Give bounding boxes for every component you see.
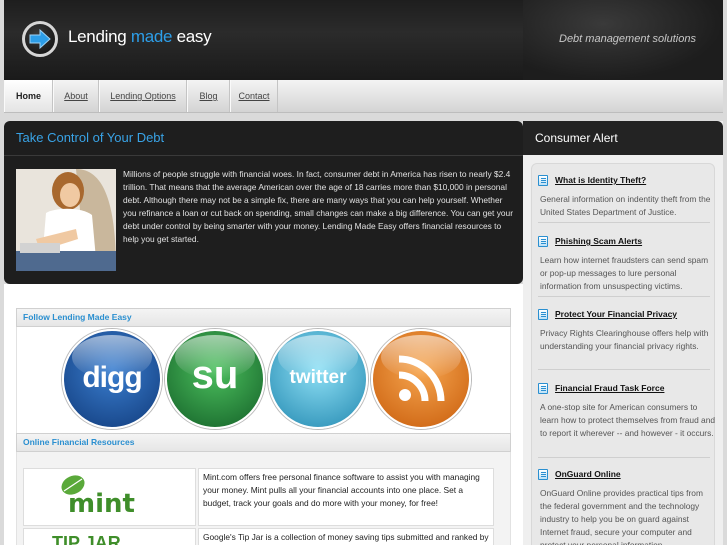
feature-text: Millions of people struggle with financi… [123, 169, 513, 244]
nav-contact[interactable]: Contact [230, 80, 278, 112]
feature-panel: Take Control of Your Debt Millions of pe… [4, 121, 523, 284]
feature-divider [4, 155, 523, 156]
tipjar-description: Google's Tip Jar is a collection of mone… [198, 528, 494, 545]
stumbleupon-label: su [191, 353, 239, 397]
digg-icon[interactable]: digg [62, 329, 162, 429]
resources-list: mint Mint.com offers free personal finan… [16, 452, 511, 545]
document-icon [538, 469, 548, 480]
mint-logo-text: mint [68, 489, 135, 519]
alert-description: Learn how internet fraudsters can send s… [540, 255, 709, 291]
alert-description: General information on indentity theft f… [540, 194, 711, 217]
alert-link[interactable]: What is Identity Theft? [555, 175, 646, 185]
document-icon [538, 236, 548, 247]
rss-glyph [398, 355, 445, 402]
mint-description: Mint.com offers free personal finance so… [198, 468, 494, 526]
logo-text-lending: Lending [68, 27, 131, 46]
alert-link[interactable]: OnGuard Online [555, 469, 621, 479]
tipjar-logo-text: TIP JAR [52, 533, 121, 545]
twitter-label: twitter [289, 367, 347, 388]
rss-icon[interactable] [371, 329, 471, 429]
alert-description: A one-stop site for American consumers t… [540, 402, 716, 438]
logo-text-made: made [130, 27, 173, 46]
alert-divider [538, 222, 710, 223]
alert-description: Privacy Rights Clearinghouse offers help… [540, 328, 709, 351]
alert-link[interactable]: Financial Fraud Task Force [555, 383, 664, 393]
resources-section-header: Online Financial Resources [16, 433, 511, 452]
social-links: digg su twitter [16, 327, 511, 433]
alert-divider [538, 369, 710, 370]
sidebar-header: Consumer Alert [523, 121, 723, 155]
feature-photo-woman [16, 169, 116, 271]
alert-link[interactable]: Phishing Scam Alerts [555, 236, 642, 246]
resources-heading: Online Financial Resources [23, 437, 135, 447]
feature-title: Take Control of Your Debt [16, 130, 165, 145]
header-tagline-panel: Debt management solutions [523, 0, 723, 80]
site-logo[interactable]: Lending made easy [68, 27, 212, 47]
logo-arrow-icon[interactable] [22, 21, 58, 57]
sidebar-title: Consumer Alert [535, 131, 618, 145]
tagline: Debt management solutions [559, 33, 696, 45]
alert-link[interactable]: Protect Your Financial Privacy [555, 309, 677, 319]
tipjar-logo[interactable]: TIP JAR [23, 528, 196, 545]
alert-divider [538, 296, 710, 297]
nav-about[interactable]: About [53, 80, 99, 112]
sidebar: Consumer Alert What is Identity Theft? G… [523, 121, 723, 545]
logo-text-easy: easy [172, 27, 212, 46]
document-icon [538, 175, 548, 186]
document-icon [538, 383, 548, 394]
main-content: Follow Lending Made Easy digg su twitter [4, 284, 523, 545]
digg-label: digg [82, 361, 142, 394]
document-icon [538, 309, 548, 320]
nav-home[interactable]: Home [4, 80, 53, 112]
nav-lending-options[interactable]: Lending Options [99, 80, 187, 112]
alert-description: OnGuard Online provides practical tips f… [540, 488, 703, 545]
nav-blog[interactable]: Blog [187, 80, 230, 112]
alert-divider [538, 457, 710, 458]
main-navigation: Home About Lending Options Blog Contact [4, 80, 723, 113]
page: Lending made easy Debt management soluti… [0, 0, 727, 545]
mint-logo[interactable]: mint [23, 468, 196, 526]
stumbleupon-icon[interactable]: su [165, 329, 265, 429]
twitter-icon[interactable]: twitter [268, 329, 368, 429]
follow-heading: Follow Lending Made Easy [23, 312, 132, 322]
follow-section-header: Follow Lending Made Easy [16, 308, 511, 327]
consumer-alert-list: What is Identity Theft? General informat… [531, 163, 715, 545]
